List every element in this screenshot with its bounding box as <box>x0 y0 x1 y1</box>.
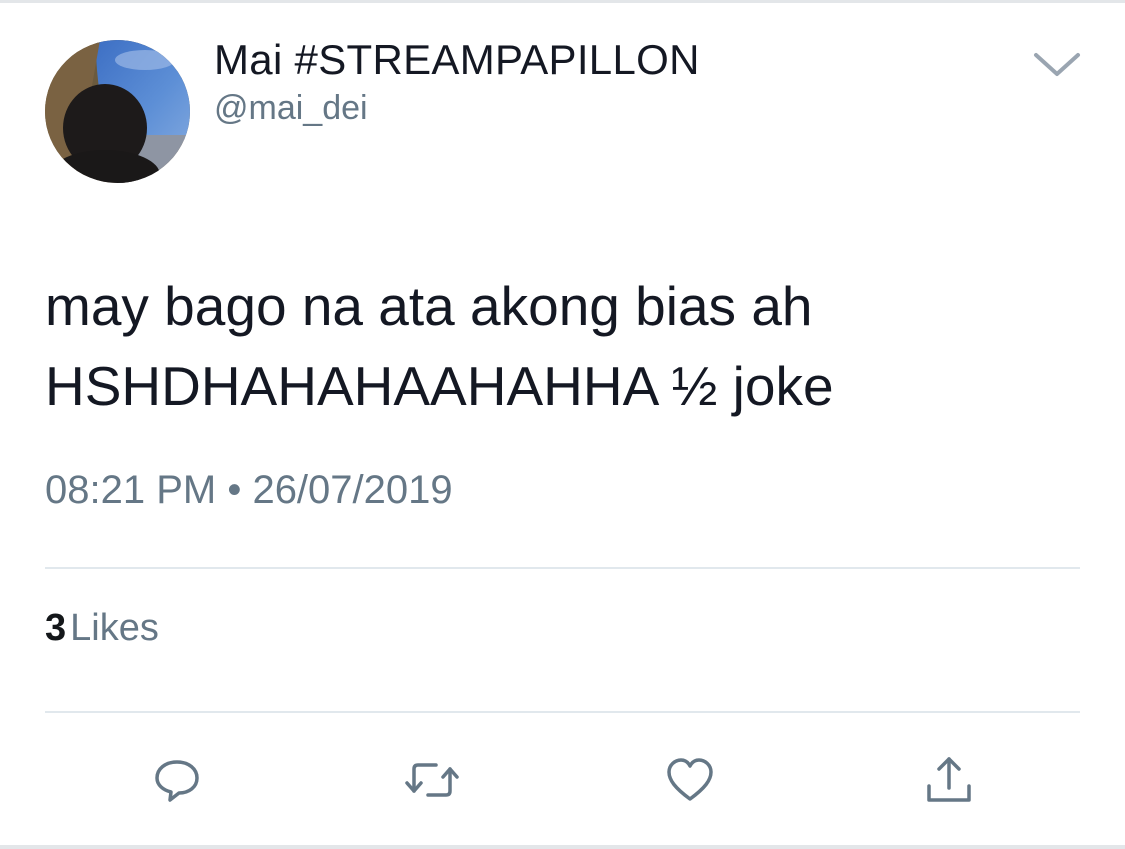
tweet-text: may bago na ata akong bias ah HSHDHAHAHA… <box>45 266 1085 426</box>
author-display-name[interactable]: Mai #STREAMPAPILLON <box>214 36 700 84</box>
avatar[interactable] <box>45 40 190 183</box>
tweet-text-line: may bago na ata akong bias ah <box>45 275 813 337</box>
chevron-down-icon[interactable] <box>1032 50 1082 80</box>
author-handle[interactable]: @mai_dei <box>214 89 368 128</box>
avatar-image <box>45 40 190 183</box>
retweet-button[interactable] <box>404 752 460 808</box>
reply-button[interactable] <box>149 752 205 808</box>
heart-icon <box>667 758 713 801</box>
divider <box>45 567 1080 569</box>
share-icon <box>927 757 971 802</box>
likes-label: Likes <box>70 607 159 649</box>
like-button[interactable] <box>662 752 718 808</box>
bottom-border <box>0 845 1125 849</box>
top-border <box>0 0 1125 3</box>
likes-count: 3 <box>45 607 67 649</box>
reply-icon <box>155 760 199 802</box>
divider <box>45 711 1080 713</box>
likes-summary[interactable]: 3 Likes <box>45 607 159 650</box>
tweet-text-line: HSHDHAHAHAAHAHHA ½ joke <box>45 355 834 417</box>
retweet-icon <box>405 763 459 797</box>
tweet-timestamp: 08:21 PM • 26/07/2019 <box>45 468 453 512</box>
share-button[interactable] <box>921 752 977 808</box>
